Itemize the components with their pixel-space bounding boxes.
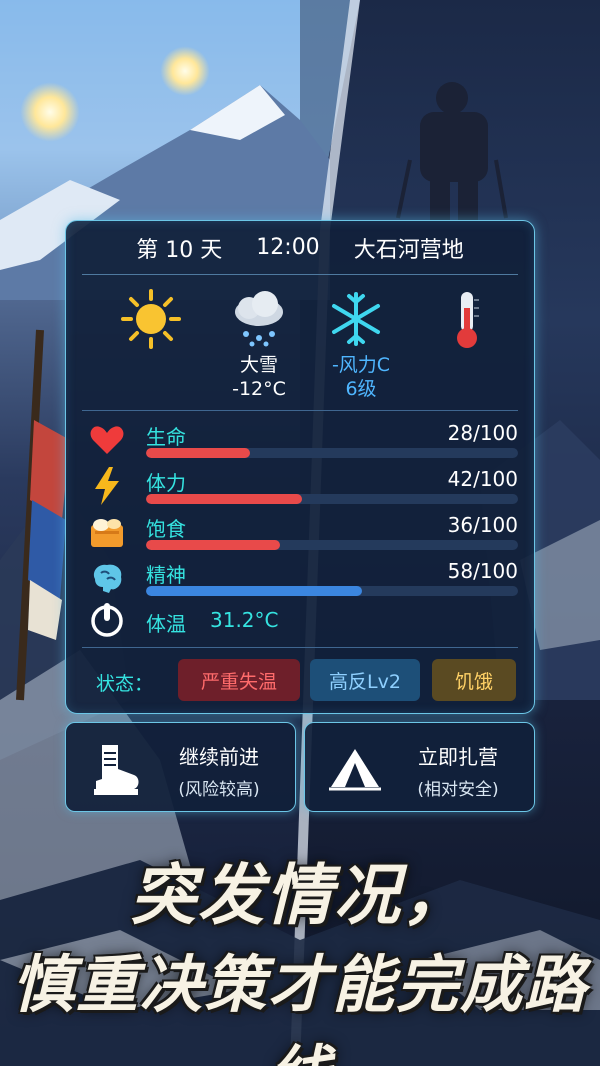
header-divider bbox=[82, 274, 518, 275]
weather-divider bbox=[82, 410, 518, 411]
body-temp-label: 体温 bbox=[146, 612, 186, 636]
stat-bar-fill bbox=[146, 586, 362, 596]
panel-header: 第 10 天 12:00 大石河营地 bbox=[66, 221, 534, 274]
heart-icon bbox=[88, 421, 126, 459]
time-label: 12:00 bbox=[256, 235, 320, 260]
brain-icon bbox=[88, 559, 126, 597]
tent-icon bbox=[329, 749, 381, 791]
power-icon bbox=[88, 601, 126, 643]
condition-label: 大雪 bbox=[239, 354, 278, 376]
thermometer-icon bbox=[432, 289, 502, 349]
stat-label: 体力 bbox=[146, 471, 186, 495]
wind-level: 6级 bbox=[345, 378, 377, 400]
stat-value: 42/100 bbox=[447, 467, 518, 491]
headline-line-1: 突发情况， bbox=[130, 856, 470, 934]
continue-label: 继续前进 bbox=[179, 745, 259, 769]
stat-label: 饱食 bbox=[146, 517, 186, 541]
body-temperature: 体温 31.2°C bbox=[88, 601, 518, 641]
boot-icon bbox=[94, 745, 139, 795]
camp-sub: (相对安全) bbox=[417, 780, 499, 800]
status-panel: 第 10 天 12:00 大石河营地 大雪 -12°C -风力C 6级 生命 2… bbox=[65, 220, 535, 714]
weather-condition: 大雪 -12°C bbox=[204, 353, 314, 401]
status-row: 状态： 严重失温 高反Lv2 饥饿 bbox=[96, 659, 516, 703]
stat-mind: 精神 58/100 bbox=[88, 559, 518, 599]
stat-label: 生命 bbox=[146, 425, 186, 449]
badge-label: 饥饿 bbox=[454, 670, 493, 693]
stat-bar bbox=[146, 448, 518, 458]
body-temp-value: 31.2°C bbox=[210, 608, 279, 632]
stat-health: 生命 28/100 bbox=[88, 421, 518, 461]
status-divider bbox=[82, 647, 518, 648]
day-label: 第 10 天 bbox=[136, 237, 223, 263]
temperature-label: -12°C bbox=[232, 378, 286, 400]
status-badge-hunger[interactable]: 饥饿 bbox=[432, 659, 516, 701]
weather-icons bbox=[66, 289, 534, 349]
stat-value: 28/100 bbox=[447, 421, 518, 445]
badge-label: 严重失温 bbox=[200, 670, 277, 693]
wind-label: -风力C bbox=[331, 354, 391, 376]
stat-bar-fill bbox=[146, 494, 303, 504]
snowflake-icon bbox=[321, 289, 391, 349]
stat-value: 36/100 bbox=[447, 513, 518, 537]
camp-label: 立即扎营 bbox=[418, 745, 498, 769]
continue-button[interactable]: 继续前进 (风险较高) bbox=[65, 722, 296, 812]
status-badge-altitude[interactable]: 高反Lv2 bbox=[310, 659, 420, 701]
stat-bar bbox=[146, 540, 518, 550]
game-screen: 第 10 天 12:00 大石河营地 大雪 -12°C -风力C 6级 生命 2… bbox=[0, 0, 600, 1066]
sun-left bbox=[20, 82, 80, 142]
lightning-icon bbox=[88, 467, 126, 505]
stat-hunger: 饱食 36/100 bbox=[88, 513, 518, 553]
location-label: 大石河营地 bbox=[353, 237, 464, 263]
stat-bar bbox=[146, 494, 518, 504]
wind-info: -风力C 6级 bbox=[306, 353, 416, 401]
stat-value: 58/100 bbox=[447, 559, 518, 583]
food-icon bbox=[88, 513, 126, 551]
stat-label: 精神 bbox=[146, 563, 186, 587]
stat-bar-fill bbox=[146, 448, 251, 458]
snow-cloud-icon bbox=[224, 289, 294, 349]
status-title: 状态： bbox=[96, 673, 154, 695]
stat-bar-fill bbox=[146, 540, 280, 550]
stat-bar bbox=[146, 586, 518, 596]
camp-button[interactable]: 立即扎营 (相对安全) bbox=[304, 722, 535, 812]
sun-right bbox=[160, 46, 210, 96]
badge-label: 高反Lv2 bbox=[329, 670, 401, 693]
stat-stamina: 体力 42/100 bbox=[88, 467, 518, 507]
status-badge-hypothermia[interactable]: 严重失温 bbox=[178, 659, 300, 701]
sun-icon bbox=[116, 289, 186, 349]
headline-line-2: 慎重决策才能完成路线 bbox=[11, 948, 588, 1066]
continue-sub: (风险较高) bbox=[178, 780, 260, 800]
